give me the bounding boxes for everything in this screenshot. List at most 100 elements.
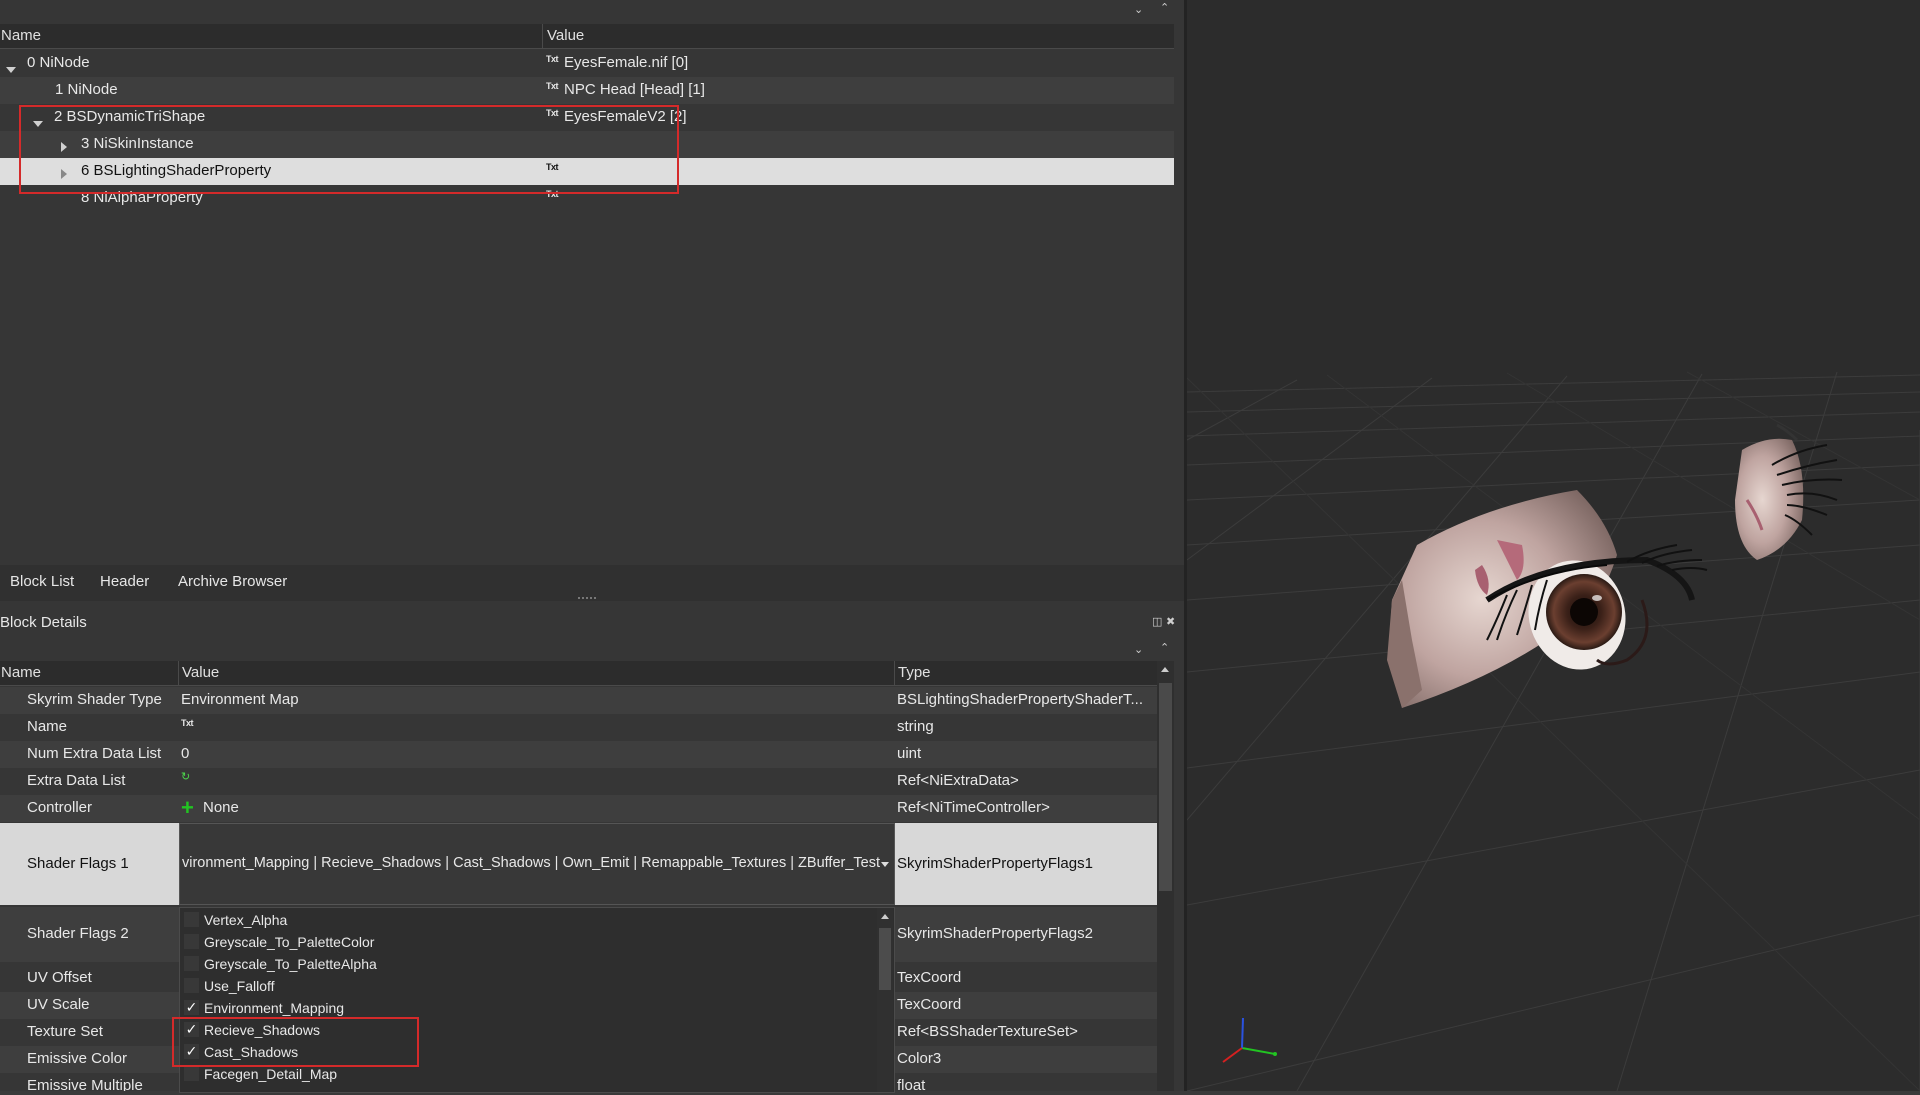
detail-row[interactable]: Extra Data List ↻ Ref<NiExtraData> [0, 768, 1157, 795]
flag-option[interactable]: ✓ Cast_Shadows [180, 1041, 880, 1063]
scrollbar-thumb[interactable] [879, 928, 891, 990]
detail-row[interactable]: Skyrim Shader Type Environment Map BSLig… [0, 687, 1157, 714]
detail-name: UV Scale [27, 996, 90, 1013]
tree-value-text: EyesFemale.nif [0] [564, 54, 689, 71]
collapse-icon[interactable]: ⌄ [1134, 643, 1143, 656]
detail-row-selected[interactable]: Shader Flags 1 vironment_Mapping | Recie… [0, 823, 1157, 905]
float-icon[interactable]: ⌃ [1160, 1, 1169, 14]
detail-row[interactable]: Name Txt string [0, 714, 1157, 741]
tree-row[interactable]: 1 NiNode Txt NPC Head [Head] [1] [0, 77, 1174, 104]
detail-row[interactable]: Num Extra Data List 0 uint [0, 741, 1157, 768]
collapsed-arrow-icon[interactable] [61, 139, 67, 156]
checkbox[interactable] [184, 912, 199, 927]
detail-name: Skyrim Shader Type [27, 691, 162, 708]
column-divider[interactable] [894, 661, 895, 685]
add-icon[interactable]: + [181, 795, 194, 821]
flag-option[interactable]: Greyscale_To_PaletteColor [180, 931, 880, 953]
tree-row-value: Txt EyesFemale.nif [0] [546, 54, 688, 71]
detail-value[interactable]: Environment Map [181, 691, 299, 708]
tab-block-list[interactable]: Block List [8, 573, 76, 595]
column-divider[interactable] [542, 24, 543, 48]
scroll-up-icon[interactable] [881, 914, 889, 919]
tree-row[interactable]: 2 BSDynamicTriShape Txt EyesFemaleV2 [2] [0, 104, 1174, 131]
text-type-icon: Txt [546, 54, 559, 64]
tree-row-name: 0 NiNode [27, 54, 90, 71]
collapsed-arrow-icon[interactable] [61, 166, 67, 183]
checkbox-checked[interactable]: ✓ [184, 1022, 199, 1037]
close-icon[interactable]: ✖ [1166, 615, 1175, 628]
tree-header: Name Value [0, 24, 1174, 49]
detail-name: Emissive Multiple [27, 1077, 143, 1091]
flag-option[interactable]: Facegen_Detail_Map [180, 1063, 880, 1085]
flag-label: Vertex_Alpha [204, 912, 288, 928]
column-header-name[interactable]: Name [1, 27, 41, 44]
checkbox[interactable] [184, 956, 199, 971]
checkbox-checked[interactable]: ✓ [184, 1000, 199, 1015]
tree-value-text: NPC Head [Head] [1] [564, 81, 705, 98]
flag-option[interactable]: Use_Falloff [180, 975, 880, 997]
flag-label: Use_Falloff [204, 978, 275, 994]
checkbox-checked[interactable]: ✓ [184, 1044, 199, 1059]
collapse-icon[interactable]: ⌄ [1134, 3, 1143, 16]
column-header-name[interactable]: Name [1, 664, 41, 681]
scroll-up-icon[interactable] [1161, 667, 1169, 672]
flag-option[interactable]: Greyscale_To_PaletteAlpha [180, 953, 880, 975]
column-header-type[interactable]: Type [898, 664, 931, 681]
flag-option[interactable]: ✓ Environment_Mapping [180, 997, 880, 1019]
tree-row-selected[interactable]: 6 BSLightingShaderProperty Txt [0, 158, 1174, 185]
refresh-icon[interactable]: ↻ [181, 770, 190, 783]
text-type-icon: Txt [546, 189, 559, 199]
undock-icon[interactable]: ◫ [1152, 615, 1162, 628]
panel-title: Block Details [0, 614, 87, 631]
tab-archive-browser[interactable]: Archive Browser [176, 573, 289, 595]
column-divider[interactable] [178, 661, 179, 685]
eye-model-right [1735, 423, 1843, 560]
dropdown-scrollbar[interactable] [877, 908, 893, 1092]
flag-label: Greyscale_To_PaletteAlpha [204, 956, 377, 972]
flag-option[interactable]: ✓ Recieve_Shadows [180, 1019, 880, 1041]
tree-row-name: 3 NiSkinInstance [81, 135, 194, 152]
render-viewport[interactable] [1186, 0, 1920, 1092]
flag-label: Facegen_Detail_Map [204, 1066, 338, 1082]
checkbox[interactable] [184, 1066, 199, 1081]
flag-option[interactable]: Vertex_Alpha [180, 909, 880, 931]
column-header-value[interactable]: Value [182, 664, 219, 681]
detail-value[interactable]: 0 [181, 745, 189, 762]
float-icon[interactable]: ⌃ [1160, 641, 1169, 654]
flag-label: Recieve_Shadows [204, 1022, 320, 1038]
detail-type: Ref<NiTimeController> [897, 799, 1050, 816]
tree-row-name: 6 BSLightingShaderProperty [81, 162, 272, 179]
detail-type: string [897, 718, 934, 735]
details-header: Name Value Type [0, 661, 1157, 686]
detail-row[interactable]: Controller + None Ref<NiTimeController> [0, 795, 1157, 822]
block-details-panel: Block Details ◫ ✖ ⌄ ⌃ Name Value Type Sk… [0, 601, 1184, 1093]
detail-type: SkyrimShaderPropertyFlags2 [897, 925, 1093, 942]
dropdown-arrow-icon[interactable] [881, 862, 889, 867]
tab-header[interactable]: Header [98, 573, 151, 595]
tree-row[interactable]: 8 NiAlphaProperty Txt [0, 185, 1174, 212]
checkbox[interactable] [184, 934, 199, 949]
detail-name: UV Offset [27, 969, 92, 986]
tree-row-value: Txt [546, 162, 564, 179]
tree-row[interactable]: 0 NiNode Txt EyesFemale.nif [0] [0, 50, 1174, 77]
detail-value[interactable]: Txt [181, 718, 199, 735]
checkbox[interactable] [184, 978, 199, 993]
detail-value[interactable]: None [203, 799, 239, 816]
combobox-value: vironment_Mapping | Recieve_Shadows | Ca… [182, 855, 880, 871]
detail-type: SkyrimShaderPropertyFlags1 [897, 855, 1093, 872]
flags-dropdown-list[interactable]: Vertex_Alpha Greyscale_To_PaletteColor G… [179, 907, 895, 1093]
tree-row-name: 2 BSDynamicTriShape [54, 108, 206, 125]
shader-flags-combobox[interactable]: vironment_Mapping | Recieve_Shadows | Ca… [179, 823, 895, 905]
column-header-value[interactable]: Value [547, 27, 584, 44]
scrollbar-thumb[interactable] [1159, 683, 1172, 891]
detail-type: Ref<NiExtraData> [897, 772, 1019, 789]
detail-name: Emissive Color [27, 1050, 128, 1067]
expand-arrow-icon[interactable] [33, 114, 43, 131]
tree-row[interactable]: 3 NiSkinInstance [0, 131, 1174, 158]
flag-label: Cast_Shadows [204, 1044, 299, 1060]
detail-type: TexCoord [897, 996, 962, 1013]
text-type-icon: Txt [546, 162, 559, 172]
text-type-icon: Txt [546, 108, 559, 118]
expand-arrow-icon[interactable] [6, 60, 16, 77]
details-scrollbar[interactable] [1157, 661, 1174, 1091]
